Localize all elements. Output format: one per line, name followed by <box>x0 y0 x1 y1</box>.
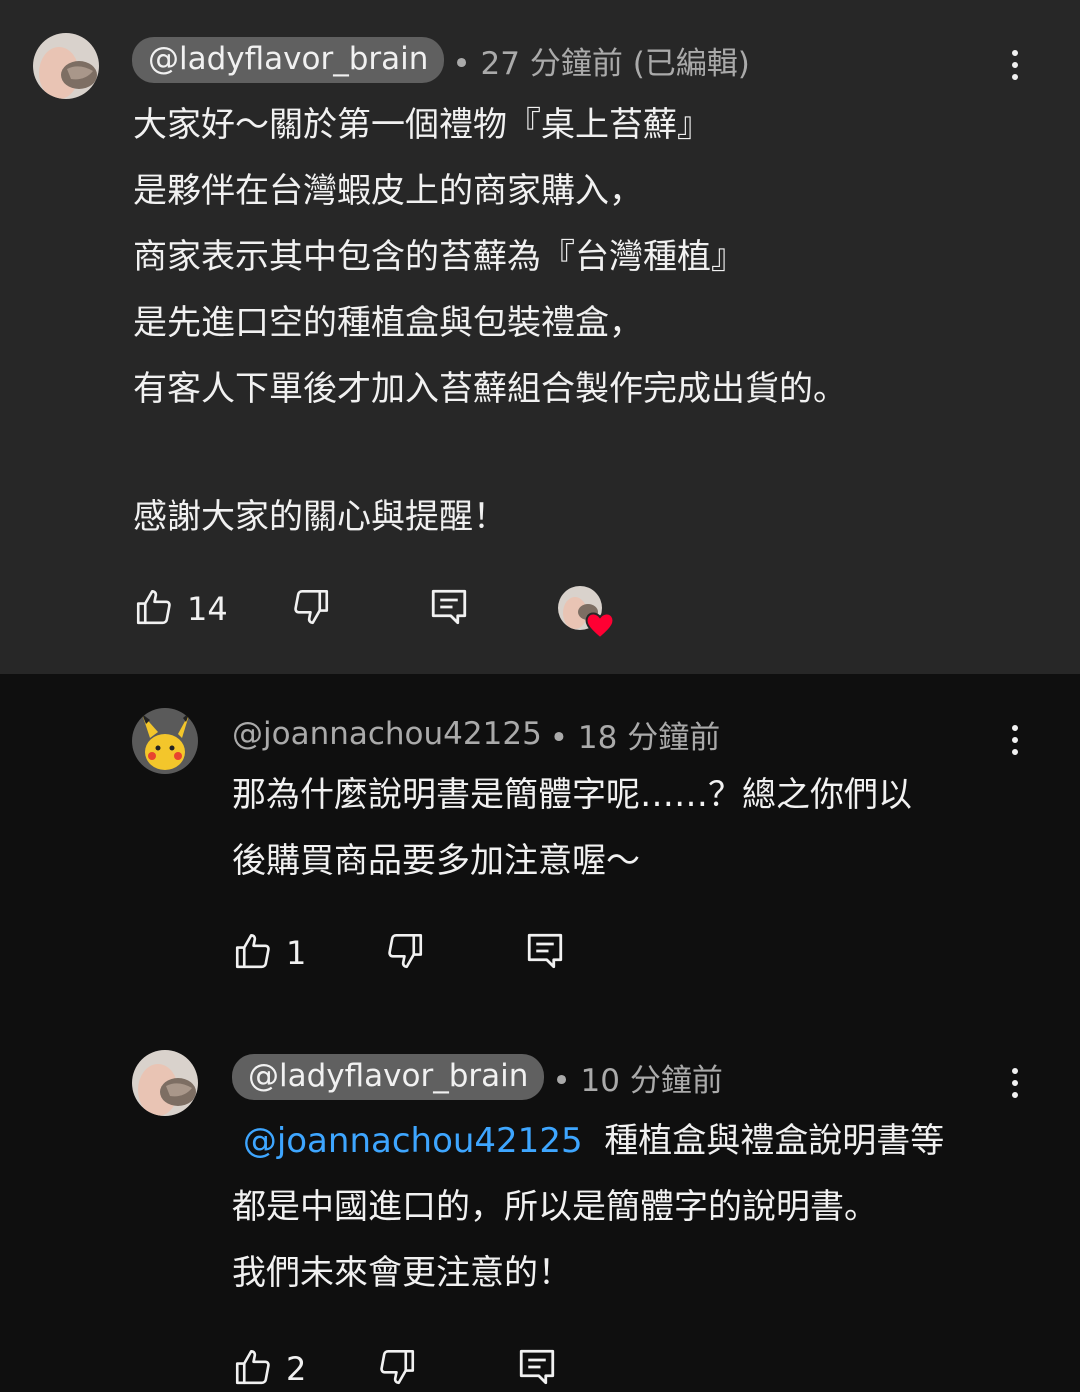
more-vert-icon[interactable] <box>995 720 1035 760</box>
comment-line: 那為什麼說明書是簡體字呢……？總之你們以 <box>232 775 912 815</box>
thumb-up-icon <box>133 586 175 632</box>
reply-comment: @joannachou42125 • 18 分鐘前 那為什麼說明書是簡體字呢……… <box>0 674 1080 1020</box>
comment-text: 那為什麼說明書是簡體字呢……？總之你們以 後購買商品要多加注意喔～ <box>232 762 912 894</box>
comment-line: 感謝大家的關心與提醒！ <box>133 497 507 537</box>
comment-line: @joannachou42125 種植盒與禮盒說明書等 <box>232 1108 944 1174</box>
comment-creator-highlighted: @ladyflavor_brain • 27 分鐘前 (已編輯) 大家好～關於第… <box>0 0 1080 674</box>
like-button[interactable]: 2 <box>232 1346 306 1392</box>
author-handle[interactable]: @ladyflavor_brain <box>132 37 445 83</box>
timestamp: • 27 分鐘前 (已編輯) <box>452 45 750 82</box>
mention-link[interactable]: @joannachou42125 <box>243 1121 583 1161</box>
author-handle[interactable]: @joannachou42125 <box>232 716 542 752</box>
avatar[interactable] <box>132 708 198 774</box>
comment-line: 商家表示其中包含的苔蘚為『台灣種植』 <box>133 237 745 277</box>
more-vert-icon[interactable] <box>995 1063 1035 1103</box>
reply-icon <box>428 586 470 632</box>
reply-button[interactable] <box>428 586 470 632</box>
reply-button[interactable] <box>524 930 566 976</box>
dislike-button[interactable] <box>384 930 426 976</box>
dislike-button[interactable] <box>290 586 332 632</box>
more-vert-icon[interactable] <box>995 45 1035 85</box>
comment-line: 後購買商品要多加注意喔～ <box>232 841 640 881</box>
like-count: 14 <box>187 590 228 628</box>
avatar[interactable] <box>33 33 99 99</box>
reply-icon <box>516 1346 558 1392</box>
reply-comment-creator: @ladyflavor_brain • 10 分鐘前 @joannachou42… <box>0 1020 1080 1391</box>
comment-line: 我們未來會更注意的！ <box>232 1253 572 1293</box>
author-handle[interactable]: @ladyflavor_brain <box>232 1054 545 1100</box>
avatar[interactable] <box>132 1050 198 1116</box>
like-count: 2 <box>286 1350 307 1388</box>
comment-line: 都是中國進口的，所以是簡體字的說明書。 <box>232 1187 878 1227</box>
timestamp: • 18 分鐘前 <box>549 719 721 756</box>
thumb-up-icon <box>232 930 274 976</box>
dislike-button[interactable] <box>376 1346 418 1392</box>
creator-heart-badge <box>558 586 615 640</box>
reply-button[interactable] <box>516 1346 558 1392</box>
like-button[interactable]: 14 <box>133 586 228 632</box>
like-count: 1 <box>286 934 307 972</box>
timestamp: • 10 分鐘前 <box>552 1062 723 1099</box>
like-button[interactable]: 1 <box>232 930 306 976</box>
thumb-down-icon <box>290 586 332 632</box>
comment-line: 有客人下單後才加入苔蘚組合製作完成出貨的。 <box>133 369 847 409</box>
comment-text: 大家好～關於第一個禮物『桌上苔蘚』 是夥伴在台灣蝦皮上的商家購入， 商家表示其中… <box>133 92 847 550</box>
comment-line: 是夥伴在台灣蝦皮上的商家購入， <box>133 171 643 211</box>
thumb-down-icon <box>376 1346 418 1392</box>
heart-icon <box>585 612 615 640</box>
comment-text: @joannachou42125 種植盒與禮盒說明書等 都是中國進口的，所以是簡… <box>232 1108 944 1306</box>
comment-line-text: 種植盒與禮盒說明書等 <box>604 1121 945 1161</box>
comment-line <box>133 422 847 484</box>
thumb-down-icon <box>384 930 426 976</box>
thumb-up-icon <box>232 1346 274 1392</box>
comment-line: 大家好～關於第一個禮物『桌上苔蘚』 <box>133 105 711 145</box>
comment-line: 是先進口空的種植盒與包裝禮盒， <box>133 303 643 343</box>
reply-icon <box>524 930 566 976</box>
